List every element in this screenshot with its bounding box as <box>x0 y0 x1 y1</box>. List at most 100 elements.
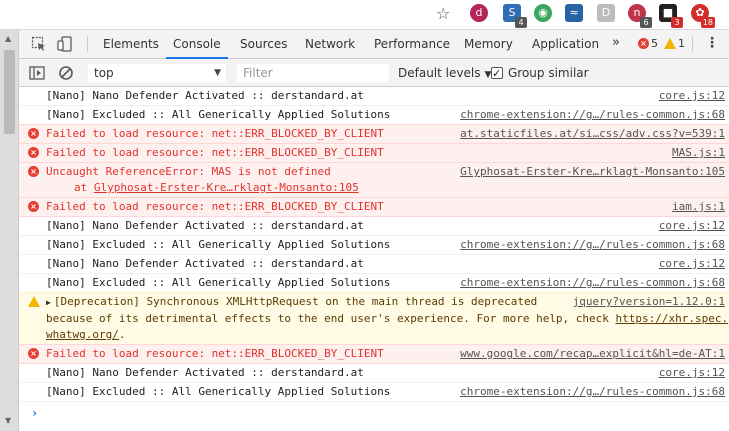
group-similar-checkbox[interactable] <box>491 65 503 83</box>
expand-triangle-icon[interactable]: ▶ <box>46 298 51 307</box>
source-link[interactable]: Glyphosat-Erster-Kre…rklagt-Monsanto:105 <box>460 164 725 180</box>
extension-green-icon[interactable]: ◉ <box>534 4 552 22</box>
source-link[interactable]: chrome-extension://g…/rules-common.js:68 <box>460 275 725 291</box>
message-text: [Nano] Nano Defender Activated :: dersta… <box>46 257 364 270</box>
nano-defender-icon[interactable]: d <box>470 4 488 22</box>
error-count: 5 <box>651 37 658 50</box>
message-text: [Nano] Excluded :: All Generically Appli… <box>46 238 391 251</box>
console-message: [Nano] Excluded :: All Generically Appli… <box>19 106 729 125</box>
scrollbar-thumb[interactable] <box>4 50 15 134</box>
console-messages: [Nano] Nano Defender Activated :: dersta… <box>19 87 729 424</box>
console-error: × Uncaught ReferenceError: MAS is not de… <box>19 162 729 198</box>
devtools-tab-bar: Elements Console Sources Network Perform… <box>19 30 729 59</box>
message-text: [Nano] Excluded :: All Generically Appli… <box>46 276 391 289</box>
extension-n-icon[interactable]: n6 <box>628 4 652 28</box>
tab-memory[interactable]: Memory <box>464 30 513 59</box>
stack-trace-link[interactable]: Glyphosat-Erster-Kre…rklagt-Monsanto:105 <box>94 181 359 194</box>
warning-help-link[interactable]: whatwg.org/ <box>46 328 119 341</box>
warning-text: because of its detrimental effects to th… <box>46 312 616 325</box>
issue-counter[interactable]: × 5 1 <box>638 37 685 50</box>
tab-performance[interactable]: Performance <box>374 30 450 59</box>
source-link[interactable]: MAS.js:1 <box>672 145 725 161</box>
tab-console[interactable]: Console <box>166 30 228 59</box>
console-error: × Failed to load resource: net::ERR_BLOC… <box>19 124 729 144</box>
scroll-down-arrow-icon[interactable]: ▼ <box>5 416 11 425</box>
source-link[interactable]: chrome-extension://g…/rules-common.js:68 <box>460 237 725 253</box>
message-text: [Nano] Nano Defender Activated :: dersta… <box>46 219 364 232</box>
context-selector-value: top <box>94 66 114 80</box>
message-text: Failed to load resource: net::ERR_BLOCKE… <box>46 347 384 360</box>
console-toolbar: top ▼ Filter Default levels▼ Group simil… <box>19 59 729 87</box>
toolbar-divider <box>87 36 88 52</box>
log-levels-dropdown[interactable]: Default levels ▼ <box>398 64 491 84</box>
console-warning: ▶ [Deprecation] Synchronous XMLHttpReques… <box>19 292 729 345</box>
device-toolbar-icon[interactable] <box>57 36 73 52</box>
more-tabs-button[interactable]: » <box>612 35 620 50</box>
dropdown-caret-icon: ▼ <box>214 68 221 78</box>
group-similar-label: Group similar <box>508 66 589 80</box>
message-text: Failed to load resource: net::ERR_BLOCKE… <box>46 127 384 140</box>
message-text: [Nano] Nano Defender Activated :: dersta… <box>46 366 364 379</box>
tab-network[interactable]: Network <box>305 30 355 59</box>
toolbar-divider <box>692 36 693 52</box>
bookmark-star-icon[interactable]: ☆ <box>436 4 450 23</box>
extension-d-icon[interactable]: D <box>597 4 615 22</box>
source-link[interactable]: core.js:12 <box>659 218 725 234</box>
message-text: [Nano] Excluded :: All Generically Appli… <box>46 108 391 121</box>
log-levels-label: Default levels <box>398 66 481 80</box>
inspect-element-icon[interactable] <box>31 36 47 52</box>
source-link[interactable]: jquery?version=1.12.0:1 <box>573 294 725 310</box>
console-message: [Nano] Excluded :: All Generically Appli… <box>19 236 729 255</box>
tab-sources[interactable]: Sources <box>240 30 287 59</box>
source-link[interactable]: www.google.com/recap…explicit&hl=de-AT:1 <box>460 346 725 362</box>
message-text: Uncaught ReferenceError: MAS is not defi… <box>46 165 331 178</box>
extension-black-icon[interactable]: ■ 3 <box>659 4 683 28</box>
extension-s-icon[interactable]: S4 <box>503 4 527 28</box>
console-prompt[interactable]: › <box>19 402 729 424</box>
source-link[interactable]: at.staticfiles.at/si…css/adv.css?v=539:1 <box>460 126 725 142</box>
devtools-panel: Elements Console Sources Network Perform… <box>19 30 729 431</box>
extension-badge: 3 <box>671 17 683 28</box>
error-icon: × <box>28 201 39 212</box>
clear-console-icon[interactable] <box>58 65 74 81</box>
extension-red-icon[interactable]: ✿ 18 <box>691 4 715 28</box>
source-link[interactable]: chrome-extension://g…/rules-common.js:68 <box>460 107 725 123</box>
warning-line-2: because of its detrimental effects to th… <box>46 311 729 327</box>
source-link[interactable]: iam.js:1 <box>672 199 725 215</box>
warning-icon <box>664 38 676 49</box>
console-message: [Nano] Excluded :: All Generically Appli… <box>19 274 729 293</box>
source-link[interactable]: core.js:12 <box>659 256 725 272</box>
filter-input[interactable]: Filter <box>237 64 389 82</box>
console-message: [Nano] Nano Defender Activated :: dersta… <box>19 255 729 274</box>
devtools-menu-button[interactable]: ⋮ <box>705 36 719 50</box>
extension-badge: 6 <box>640 17 652 28</box>
scroll-up-arrow-icon[interactable]: ▲ <box>5 34 11 43</box>
message-text: [Nano] Nano Defender Activated :: dersta… <box>46 89 364 102</box>
console-error: × Failed to load resource: net::ERR_BLOC… <box>19 143 729 163</box>
console-message: [Nano] Nano Defender Activated :: dersta… <box>19 87 729 106</box>
console-message: [Nano] Excluded :: All Generically Appli… <box>19 383 729 402</box>
error-icon: × <box>28 128 39 139</box>
console-message: [Nano] Nano Defender Activated :: dersta… <box>19 364 729 383</box>
prompt-chevron-icon: › <box>31 406 39 420</box>
tab-elements[interactable]: Elements <box>103 30 159 59</box>
console-message: [Nano] Nano Defender Activated :: dersta… <box>19 217 729 236</box>
tab-application[interactable]: Application <box>532 30 599 59</box>
message-text: [Nano] Excluded :: All Generically Appli… <box>46 385 391 398</box>
extension-badge: 4 <box>515 17 527 28</box>
console-sidebar-icon[interactable] <box>29 65 45 81</box>
error-icon: × <box>28 166 39 177</box>
extension-toolbar: ☆ d S4 ◉ ≈ D n6 ■ 3 ✿ 18 <box>0 0 729 30</box>
group-similar-toggle[interactable]: Group similar <box>491 64 589 83</box>
source-link[interactable]: core.js:12 <box>659 365 725 381</box>
source-link[interactable]: core.js:12 <box>659 88 725 104</box>
error-icon: × <box>638 38 649 49</box>
stack-trace-prefix: at <box>74 181 94 194</box>
warning-icon <box>28 296 40 307</box>
source-link[interactable]: chrome-extension://g…/rules-common.js:68 <box>460 384 725 400</box>
stack-trace: at Glyphosat-Erster-Kre…rklagt-Monsanto:… <box>46 180 729 196</box>
context-selector[interactable]: top ▼ <box>88 64 226 82</box>
extension-wave-icon[interactable]: ≈ <box>565 4 583 22</box>
page-scrollbar[interactable]: ▲ ▼ <box>0 30 19 431</box>
warning-help-link[interactable]: https://xhr.spec. <box>616 312 729 325</box>
